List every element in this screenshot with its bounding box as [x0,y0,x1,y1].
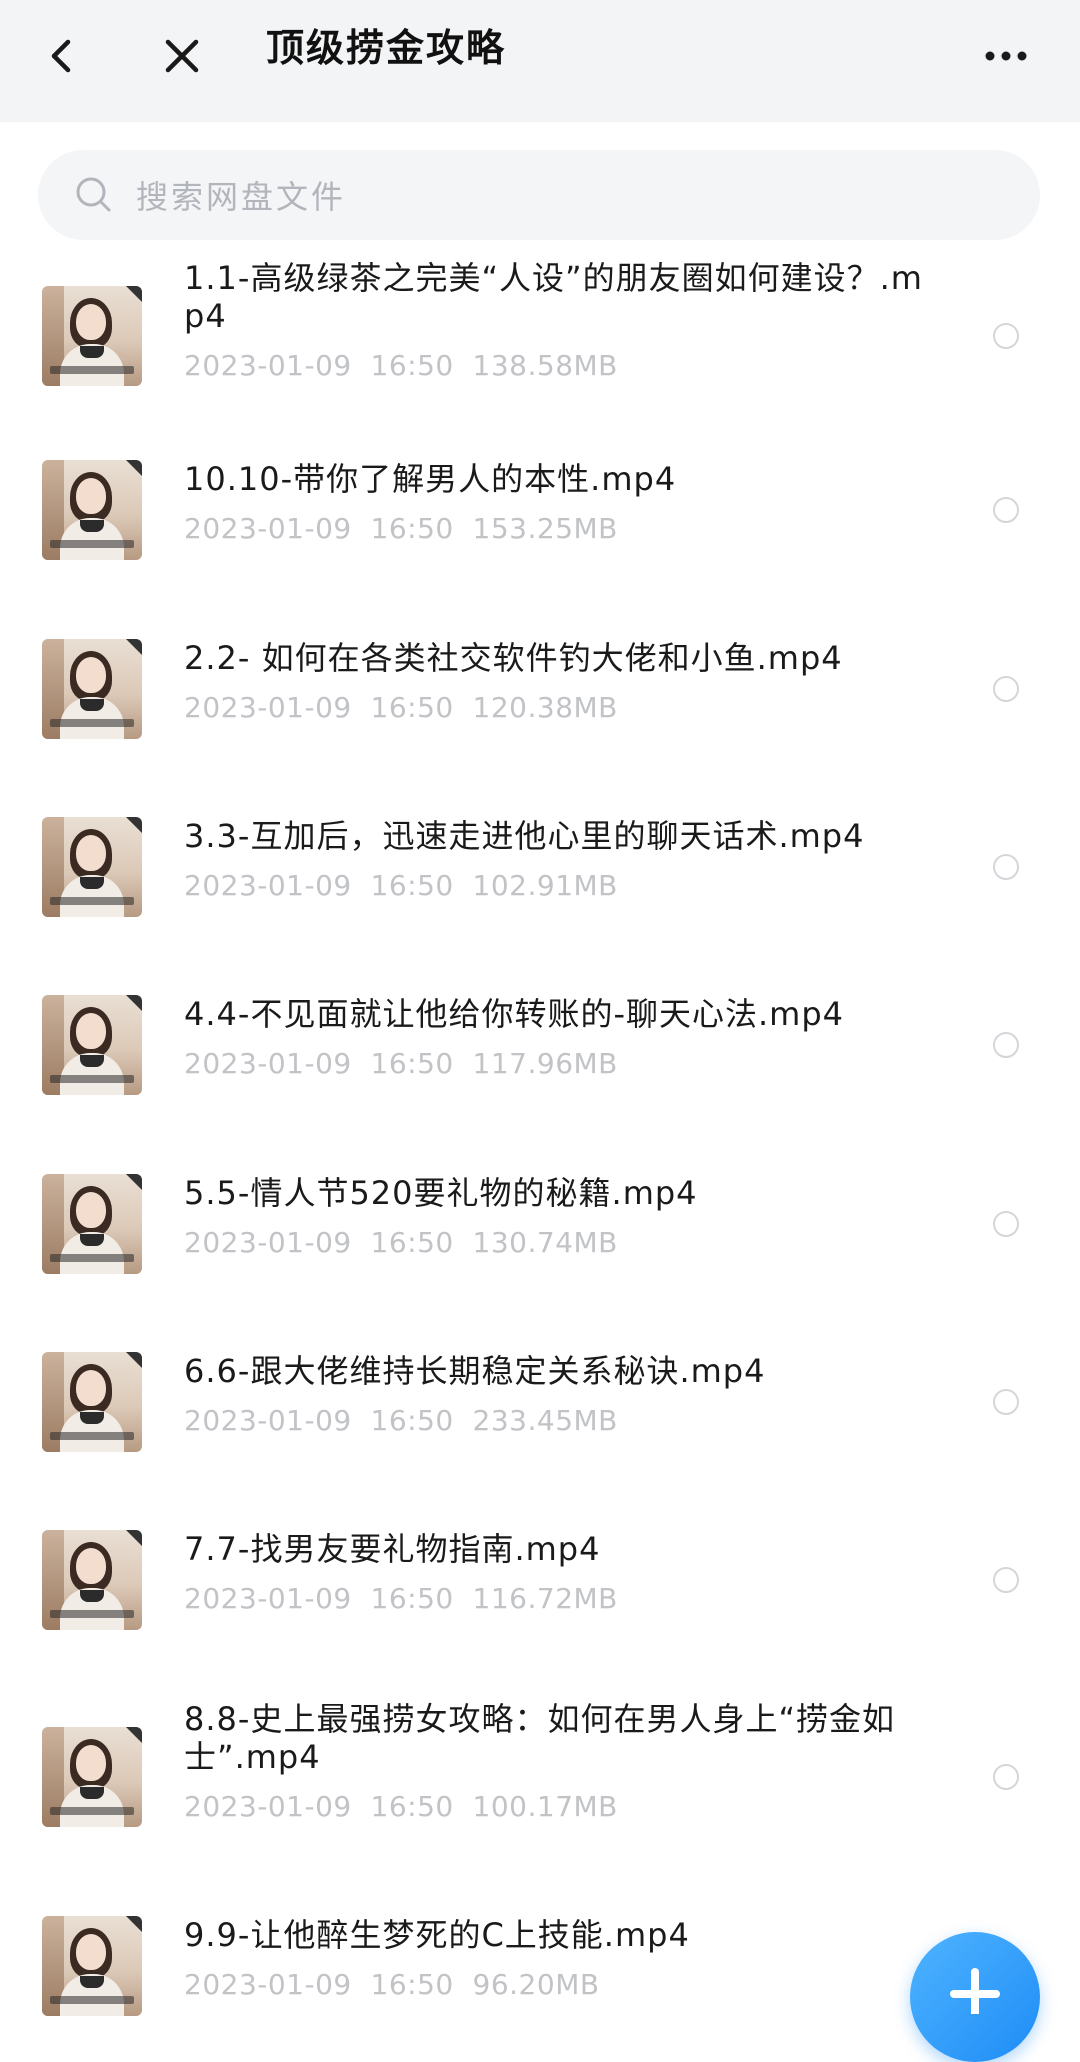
file-size: 96.20MB [472,1968,600,2001]
select-radio[interactable] [993,1764,1019,1790]
file-name: 4.4-不见面就让他给你转账的-聊天心法.mp4 [184,995,845,1033]
plus-icon [950,1968,1000,2014]
video-thumbnail [42,995,142,1095]
file-date: 2023-01-09 16:50 [184,512,454,545]
file-meta: 2023-01-09 16:50 120.38MB [184,691,618,725]
video-thumbnail [42,817,142,917]
file-item[interactable]: 3.3-互加后，迅速走进他心里的聊天话术.mp4 2023-01-09 16:50… [0,787,1080,947]
video-thumbnail [42,1530,142,1630]
select-radio[interactable] [993,854,1019,880]
file-meta: 2023-01-09 16:50 138.58MB [184,349,618,383]
select-radio[interactable] [993,1567,1019,1593]
file-item[interactable]: 5.5-情人节520要礼物的秘籍.mp4 2023-01-09 16:50 130… [0,1144,1080,1304]
file-size: 100.17MB [472,1790,618,1823]
file-date: 2023-01-09 16:50 [184,869,454,902]
more-button[interactable] [966,20,1046,92]
select-radio[interactable] [993,497,1019,523]
select-radio[interactable] [993,323,1019,349]
video-thumbnail [42,460,142,560]
file-size: 153.25MB [472,512,618,545]
search-placeholder: 搜索网盘文件 [136,178,347,216]
file-size: 138.58MB [472,349,618,382]
file-size: 102.91MB [472,869,618,902]
file-name: 8.8-史上最强捞女攻略：如何在男人身上“捞金如士”.mp4 [184,1700,896,1776]
file-meta: 2023-01-09 16:50 153.25MB [184,512,618,546]
file-item[interactable]: 2.2- 如何在各类社交软件钓大佬和小鱼.mp4 2023-01-09 16:50… [0,609,1080,769]
select-radio[interactable] [993,1032,1019,1058]
close-icon [165,39,199,73]
video-thumbnail [42,1727,142,1827]
select-radio[interactable] [993,1211,1019,1237]
file-size: 130.74MB [472,1226,618,1259]
file-meta: 2023-01-09 16:50 96.20MB [184,1968,600,2002]
video-thumbnail [42,286,142,386]
file-date: 2023-01-09 16:50 [184,1582,454,1615]
file-date: 2023-01-09 16:50 [184,1790,454,1823]
back-button[interactable] [22,20,102,92]
file-item[interactable]: 1.1-高级绿茶之完美“人设”的朋友圈如何建设？.mp4 2023-01-09 1… [0,241,1080,431]
file-name: 1.1-高级绿茶之完美“人设”的朋友圈如何建设？.mp4 [184,259,923,335]
file-name: 9.9-让他醉生梦死的C上技能.mp4 [184,1916,690,1954]
search-icon [74,175,114,215]
file-item[interactable]: 6.6-跟大佬维持长期稳定关系秘诀.mp4 2023-01-09 16:50 23… [0,1322,1080,1482]
file-meta: 2023-01-09 16:50 130.74MB [184,1226,618,1260]
file-date: 2023-01-09 16:50 [184,1047,454,1080]
file-meta: 2023-01-09 16:50 102.91MB [184,869,618,903]
file-name: 3.3-互加后，迅速走进他心里的聊天话术.mp4 [184,817,865,855]
file-date: 2023-01-09 16:50 [184,1226,454,1259]
file-size: 120.38MB [472,691,618,724]
file-item[interactable]: 10.10-带你了解男人的本性.mp4 2023-01-09 16:50 153.… [0,430,1080,590]
file-date: 2023-01-09 16:50 [184,1404,454,1437]
file-meta: 2023-01-09 16:50 233.45MB [184,1404,618,1438]
video-thumbnail [42,1352,142,1452]
file-size: 233.45MB [472,1404,618,1437]
select-radio[interactable] [993,676,1019,702]
more-horizontal-icon [985,51,1027,61]
select-radio[interactable] [993,1389,1019,1415]
file-meta: 2023-01-09 16:50 117.96MB [184,1047,618,1081]
search-input[interactable]: 搜索网盘文件 [38,150,1040,240]
file-name: 2.2- 如何在各类社交软件钓大佬和小鱼.mp4 [184,639,843,677]
file-name: 7.7-找男友要礼物指南.mp4 [184,1530,601,1568]
video-thumbnail [42,1174,142,1274]
file-meta: 2023-01-09 16:50 116.72MB [184,1582,618,1616]
file-name: 10.10-带你了解男人的本性.mp4 [184,460,677,498]
chevron-left-icon [51,39,71,73]
close-button[interactable] [142,20,222,92]
file-item[interactable]: 8.8-史上最强捞女攻略：如何在男人身上“捞金如士”.mp4 2023-01-09… [0,1682,1080,1872]
file-date: 2023-01-09 16:50 [184,349,454,382]
top-bar: 顶级捞金攻略 [0,0,1080,122]
file-item[interactable]: 7.7-找男友要礼物指南.mp4 2023-01-09 16:50 116.72M… [0,1500,1080,1660]
file-meta: 2023-01-09 16:50 100.17MB [184,1790,618,1824]
file-size: 117.96MB [472,1047,618,1080]
file-name: 5.5-情人节520要礼物的秘籍.mp4 [184,1174,698,1212]
file-size: 116.72MB [472,1582,618,1615]
add-button[interactable] [910,1932,1040,2062]
file-name: 6.6-跟大佬维持长期稳定关系秘诀.mp4 [184,1352,766,1390]
file-item[interactable]: 4.4-不见面就让他给你转账的-聊天心法.mp4 2023-01-09 16:50… [0,965,1080,1125]
video-thumbnail [42,1916,142,2016]
file-date: 2023-01-09 16:50 [184,1968,454,2001]
file-date: 2023-01-09 16:50 [184,691,454,724]
page-title: 顶级捞金攻略 [266,26,507,70]
video-thumbnail [42,639,142,739]
